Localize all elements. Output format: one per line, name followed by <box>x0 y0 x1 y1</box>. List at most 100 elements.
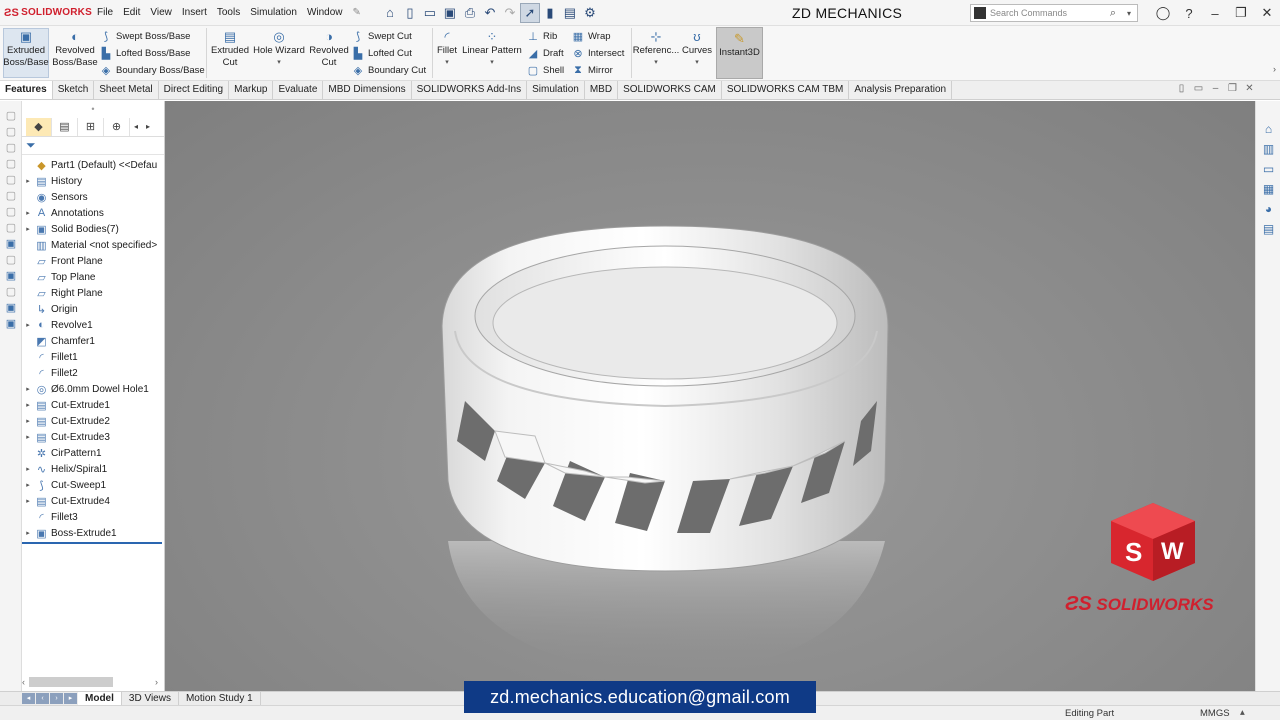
tree-node[interactable]: ▱ Top Plane <box>22 269 164 285</box>
tab-simulation[interactable]: Simulation <box>527 81 585 99</box>
tool-icon[interactable]: ▢ <box>0 157 22 173</box>
dimxpert-tab-icon[interactable]: ⊕ <box>104 117 130 136</box>
appearances-icon[interactable]: ◕ <box>1256 199 1280 219</box>
wrap-button[interactable]: ▦ Wrap <box>572 28 611 44</box>
chevron-down-icon[interactable]: ▾ <box>277 57 281 69</box>
extruded-boss-button[interactable]: ▣ Extruded Boss/Base <box>3 28 49 78</box>
tab-direct-editing[interactable]: Direct Editing <box>159 81 230 99</box>
configuration-manager-tab-icon[interactable]: ⊞ <box>78 117 104 136</box>
ribbon-expand-icon[interactable]: › <box>1273 64 1276 74</box>
minimize-icon[interactable]: – <box>1202 6 1228 21</box>
tree-node[interactable]: ▸ ◎ Ø6.0mm Dowel Hole1 <box>22 381 164 397</box>
tab-model[interactable]: Model <box>78 692 122 705</box>
chevron-down-icon[interactable]: ▾ <box>654 57 658 69</box>
file-properties-icon[interactable]: ▤ <box>560 3 580 23</box>
tab-solidworks-add-ins[interactable]: SOLIDWORKS Add-Ins <box>412 81 528 99</box>
revolved-cut-button[interactable]: ◑ Revolved Cut <box>307 29 351 69</box>
linear-pattern-button[interactable]: ⁘ Linear Pattern ▾ <box>462 29 522 69</box>
revolved-boss-button[interactable]: ◐ Revolved Boss/Base <box>52 29 98 69</box>
extruded-cut-button[interactable]: ▤ Extruded Cut <box>208 29 252 69</box>
minimize-icon[interactable]: – <box>1207 83 1224 94</box>
swept-boss-button[interactable]: ⟆ Swept Boss/Base <box>100 28 191 44</box>
tree-node[interactable]: ▱ Front Plane <box>22 253 164 269</box>
chevron-up-icon[interactable]: ▴ <box>1240 707 1245 718</box>
options-gear-icon[interactable]: ⚙ <box>580 3 600 23</box>
save-icon[interactable]: ▣ <box>440 3 460 23</box>
tree-node[interactable]: ↳ Origin <box>22 301 164 317</box>
rib-button[interactable]: ⊥ Rib <box>527 28 557 44</box>
scroll-left-icon[interactable]: ‹ <box>22 677 25 687</box>
open-folder-icon[interactable]: ▭ <box>420 3 440 23</box>
home-icon[interactable]: ⌂ <box>1256 119 1280 139</box>
tree-node[interactable]: ▸ A Annotations <box>22 205 164 221</box>
expand-arrow-icon[interactable]: ▸ <box>22 385 34 393</box>
expand-arrow-icon[interactable]: ▸ <box>22 177 34 185</box>
expand-arrow-icon[interactable]: ▸ <box>22 401 34 409</box>
tool-icon[interactable]: ▣ <box>0 237 22 253</box>
menu-file[interactable]: File <box>92 7 118 18</box>
menu-tools[interactable]: Tools <box>212 7 245 18</box>
tree-node[interactable]: ◆ Part1 (Default) <<Defau <box>22 157 164 173</box>
chevron-down-icon[interactable]: ▾ <box>490 57 494 69</box>
tree-node[interactable]: ◜ Fillet3 <box>22 509 164 525</box>
tree-node[interactable]: ▸ ▤ Cut-Extrude4 <box>22 493 164 509</box>
next-tab-icon[interactable]: › <box>50 693 63 704</box>
tab-solidworks-cam-tbm[interactable]: SOLIDWORKS CAM TBM <box>722 81 850 99</box>
tab-sheet-metal[interactable]: Sheet Metal <box>94 81 159 99</box>
chevron-down-icon[interactable]: ▾ <box>1121 9 1137 18</box>
expand-arrow-icon[interactable]: ▸ <box>22 321 34 329</box>
tool-icon[interactable]: ▣ <box>0 269 22 285</box>
file-explorer-icon[interactable]: ▭ <box>1256 159 1280 179</box>
menu-window[interactable]: Window <box>302 7 348 18</box>
tree-filter[interactable]: ⏷ <box>22 137 164 155</box>
tree-node[interactable]: ▸ ▤ Cut-Extrude1 <box>22 397 164 413</box>
expand-arrow-icon[interactable]: ▸ <box>22 497 34 505</box>
mirror-button[interactable]: ⧗ Mirror <box>572 62 613 78</box>
prev-tab-icon[interactable]: ‹ <box>36 693 49 704</box>
expand-arrow-icon[interactable]: ▸ <box>22 225 34 233</box>
redo-icon[interactable]: ↷ <box>500 3 520 23</box>
tab-analysis-preparation[interactable]: Analysis Preparation <box>849 81 953 99</box>
status-units[interactable]: MMGS <box>1200 708 1230 719</box>
intersect-button[interactable]: ⊗ Intersect <box>572 45 624 61</box>
search-commands-input[interactable]: Search Commands <box>990 8 1105 18</box>
feature-tree-tab-icon[interactable]: ◆ <box>26 117 52 136</box>
tree-node[interactable]: ◉ Sensors <box>22 189 164 205</box>
print-icon[interactable]: ⎙ <box>460 3 480 23</box>
tab-mbd[interactable]: MBD <box>585 81 619 99</box>
home-icon[interactable]: ⌂ <box>380 3 400 23</box>
menu-view[interactable]: View <box>145 7 177 18</box>
traffic-light-icon[interactable]: ▮ <box>540 3 560 23</box>
lofted-boss-button[interactable]: ▙ Lofted Boss/Base <box>100 45 191 61</box>
tool-icon[interactable]: ▢ <box>0 285 22 301</box>
hole-wizard-button[interactable]: ◎ Hole Wizard ▾ <box>253 29 305 69</box>
tab-mbd-dimensions[interactable]: MBD Dimensions <box>323 81 412 99</box>
property-manager-tab-icon[interactable]: ▤ <box>52 117 78 136</box>
tab-sketch[interactable]: Sketch <box>53 81 95 99</box>
tree-node[interactable]: ◜ Fillet1 <box>22 349 164 365</box>
expand-arrow-icon[interactable]: ▸ <box>22 529 34 537</box>
draft-button[interactable]: ◢ Draft <box>527 45 564 61</box>
tool-icon[interactable]: ▢ <box>0 221 22 237</box>
restore-icon[interactable]: ❐ <box>1228 5 1254 21</box>
user-icon[interactable]: ◯ <box>1150 5 1176 21</box>
expand-arrow-icon[interactable]: ▸ <box>22 481 34 489</box>
new-document-icon[interactable]: ▯ <box>400 3 420 23</box>
tool-icon[interactable]: ▢ <box>0 173 22 189</box>
tool-icon[interactable]: ▢ <box>0 205 22 221</box>
tree-node[interactable]: ▸ ⟆ Cut-Sweep1 <box>22 477 164 493</box>
tree-node[interactable]: ▸ ▣ Solid Bodies(7) <box>22 221 164 237</box>
tree-node[interactable]: ▸ ◐ Revolve1 <box>22 317 164 333</box>
boundary-boss-button[interactable]: ◈ Boundary Boss/Base <box>100 62 205 78</box>
boundary-cut-button[interactable]: ◈ Boundary Cut <box>352 62 426 78</box>
expand-arrow-icon[interactable]: ▸ <box>22 465 34 473</box>
first-tab-icon[interactable]: ◂ <box>22 693 35 704</box>
search-commands-box[interactable]: Search Commands ⌕ ▾ <box>970 4 1138 22</box>
tool-icon[interactable]: ▣ <box>0 317 22 333</box>
scroll-right-icon[interactable]: › <box>155 677 158 687</box>
menu-edit[interactable]: Edit <box>118 7 145 18</box>
instant3d-button[interactable]: ✎ Instant3D <box>716 27 763 79</box>
design-library-icon[interactable]: ▥ <box>1256 139 1280 159</box>
tree-node[interactable]: ▸ ▤ Cut-Extrude2 <box>22 413 164 429</box>
tool-icon[interactable]: ▢ <box>0 125 22 141</box>
